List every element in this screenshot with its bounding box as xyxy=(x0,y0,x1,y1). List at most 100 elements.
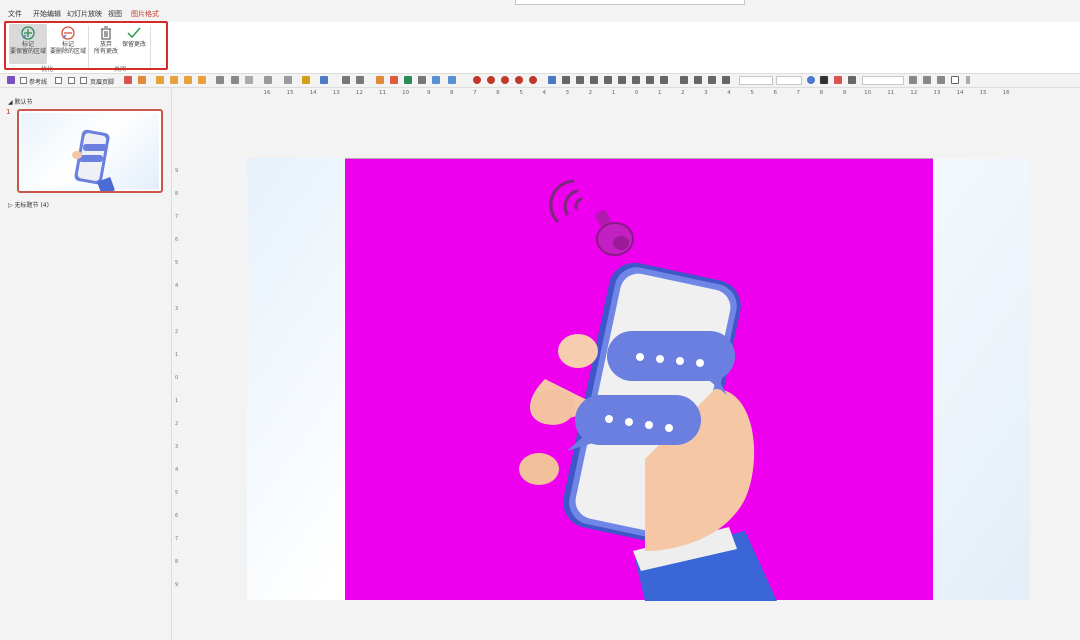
ruler-tick: 9 xyxy=(175,582,179,588)
color-icon[interactable] xyxy=(807,76,815,84)
guides-checkbox[interactable] xyxy=(20,77,27,84)
arrange-icon[interactable] xyxy=(432,76,440,84)
shape-fill-icon[interactable] xyxy=(473,76,481,84)
save-icon[interactable] xyxy=(7,76,15,84)
crop-icon[interactable] xyxy=(342,76,350,84)
font-family-select[interactable] xyxy=(739,76,773,85)
align-icon[interactable] xyxy=(562,76,570,84)
text-effect-icon[interactable] xyxy=(834,76,842,84)
shape-icon[interactable] xyxy=(156,76,164,84)
font-size-select[interactable] xyxy=(776,76,802,85)
tab-view[interactable]: 视图 xyxy=(108,9,122,19)
slide-number: 1 xyxy=(6,108,11,116)
search-input[interactable] xyxy=(515,0,745,5)
ruler-tick: 13 xyxy=(332,90,340,96)
ruler-tick: 12 xyxy=(910,90,918,96)
shape-icon[interactable] xyxy=(198,76,206,84)
align-icon[interactable] xyxy=(632,76,640,84)
shape-icon[interactable] xyxy=(184,76,192,84)
ruler-tick: 7 xyxy=(796,90,801,96)
untitled-section[interactable]: ▷ 无标题节 (4) xyxy=(8,200,49,209)
tab-file[interactable]: 文件 xyxy=(8,9,22,19)
ruler-tick: 8 xyxy=(175,559,179,565)
distribute-icon[interactable] xyxy=(722,76,730,84)
rotate-icon[interactable] xyxy=(356,76,364,84)
ruler-tick: 6 xyxy=(773,90,777,96)
more-icon[interactable] xyxy=(966,76,970,84)
tab-edit[interactable]: 开始编辑 xyxy=(33,9,61,19)
distribute-icon[interactable] xyxy=(708,76,716,84)
ruler-tick: 8 xyxy=(819,90,824,96)
header-footer-checkbox[interactable] xyxy=(68,77,75,84)
ruler-tick: 11 xyxy=(379,90,386,96)
image-icon[interactable] xyxy=(376,76,384,84)
border-icon[interactable] xyxy=(951,76,959,84)
ruler-tick: 2 xyxy=(681,90,685,96)
distribute-icon[interactable] xyxy=(680,76,688,84)
phone-thumbnail-image xyxy=(72,129,115,191)
ruler-tick: 13 xyxy=(933,90,941,96)
arrange-icon[interactable] xyxy=(448,76,456,84)
image-icon[interactable] xyxy=(390,76,398,84)
align-icon[interactable] xyxy=(548,76,556,84)
ruler-tick: 3 xyxy=(565,90,570,96)
ruler-tick: 15 xyxy=(286,90,294,96)
align-icon[interactable] xyxy=(618,76,626,84)
ruler-tick: 9 xyxy=(426,90,431,96)
grid-icon[interactable] xyxy=(124,76,132,84)
slide-thumbnail[interactable] xyxy=(17,109,163,193)
line-color-icon[interactable] xyxy=(320,76,328,84)
align-icon[interactable] xyxy=(604,76,612,84)
untitled-section-label: 无标题节 (4) xyxy=(14,202,49,209)
ruler-tick: 3 xyxy=(175,444,179,450)
bell-icon xyxy=(595,210,634,256)
shape-icon[interactable] xyxy=(170,76,178,84)
shape-fill-icon[interactable] xyxy=(501,76,509,84)
ruler-tick: 7 xyxy=(175,536,179,542)
decrease-font-icon[interactable] xyxy=(923,76,931,84)
menu-bar: 文件 开始编辑 幻灯片放映 视图 图片格式 xyxy=(0,0,1080,22)
header-footer-label: 页眉页脚 xyxy=(90,79,115,86)
distribute-icon[interactable] xyxy=(694,76,702,84)
align-icon[interactable] xyxy=(660,76,668,84)
star-icon[interactable] xyxy=(418,76,426,84)
shape-fill-icon[interactable] xyxy=(487,76,495,84)
image-icon[interactable] xyxy=(404,76,412,84)
background-removal-area[interactable] xyxy=(345,158,933,601)
align-icon[interactable] xyxy=(590,76,598,84)
ruler-tick: 2 xyxy=(175,421,179,427)
pen-icon[interactable] xyxy=(216,76,224,84)
text-box-icon[interactable] xyxy=(848,76,856,84)
align-icon[interactable] xyxy=(646,76,654,84)
ruler-tick: 1 xyxy=(611,90,616,96)
ruler-tick: 5 xyxy=(519,90,523,96)
ruler-tick: 4 xyxy=(727,90,731,96)
shape-fill-icon[interactable] xyxy=(529,76,537,84)
ruler-tick: 16 xyxy=(1002,90,1010,96)
shape-fill-icon[interactable] xyxy=(515,76,523,84)
default-section[interactable]: ◢ 默认节 xyxy=(8,97,33,106)
align-icon[interactable] xyxy=(576,76,584,84)
layout-icon[interactable] xyxy=(138,76,146,84)
style-select[interactable] xyxy=(862,76,904,85)
tab-picture-format[interactable]: 图片格式 xyxy=(131,9,159,19)
pen-icon[interactable] xyxy=(245,76,253,84)
ruler-tick: 9 xyxy=(842,90,847,96)
ruler-tick: 5 xyxy=(175,490,179,496)
default-section-label: 默认节 xyxy=(14,99,33,106)
text-icon[interactable] xyxy=(820,76,828,84)
fill-color-icon[interactable] xyxy=(302,76,310,84)
increase-font-icon[interactable] xyxy=(909,76,917,84)
clear-format-icon[interactable] xyxy=(937,76,945,84)
pen-icon[interactable] xyxy=(231,76,239,84)
thumbnail-background xyxy=(21,113,159,191)
tab-slideshow[interactable]: 幻灯片放映 xyxy=(67,9,102,19)
gridlines-checkbox[interactable] xyxy=(55,77,62,84)
highlight-icon[interactable] xyxy=(284,76,292,84)
header-footer-checkbox-2[interactable] xyxy=(80,77,87,84)
font-color-icon[interactable] xyxy=(264,76,272,84)
ruler-tick: 5 xyxy=(175,260,179,266)
ruler-tick: 7 xyxy=(473,90,477,96)
ruler-tick: 6 xyxy=(175,237,179,243)
ruler-tick: 1 xyxy=(175,398,179,404)
